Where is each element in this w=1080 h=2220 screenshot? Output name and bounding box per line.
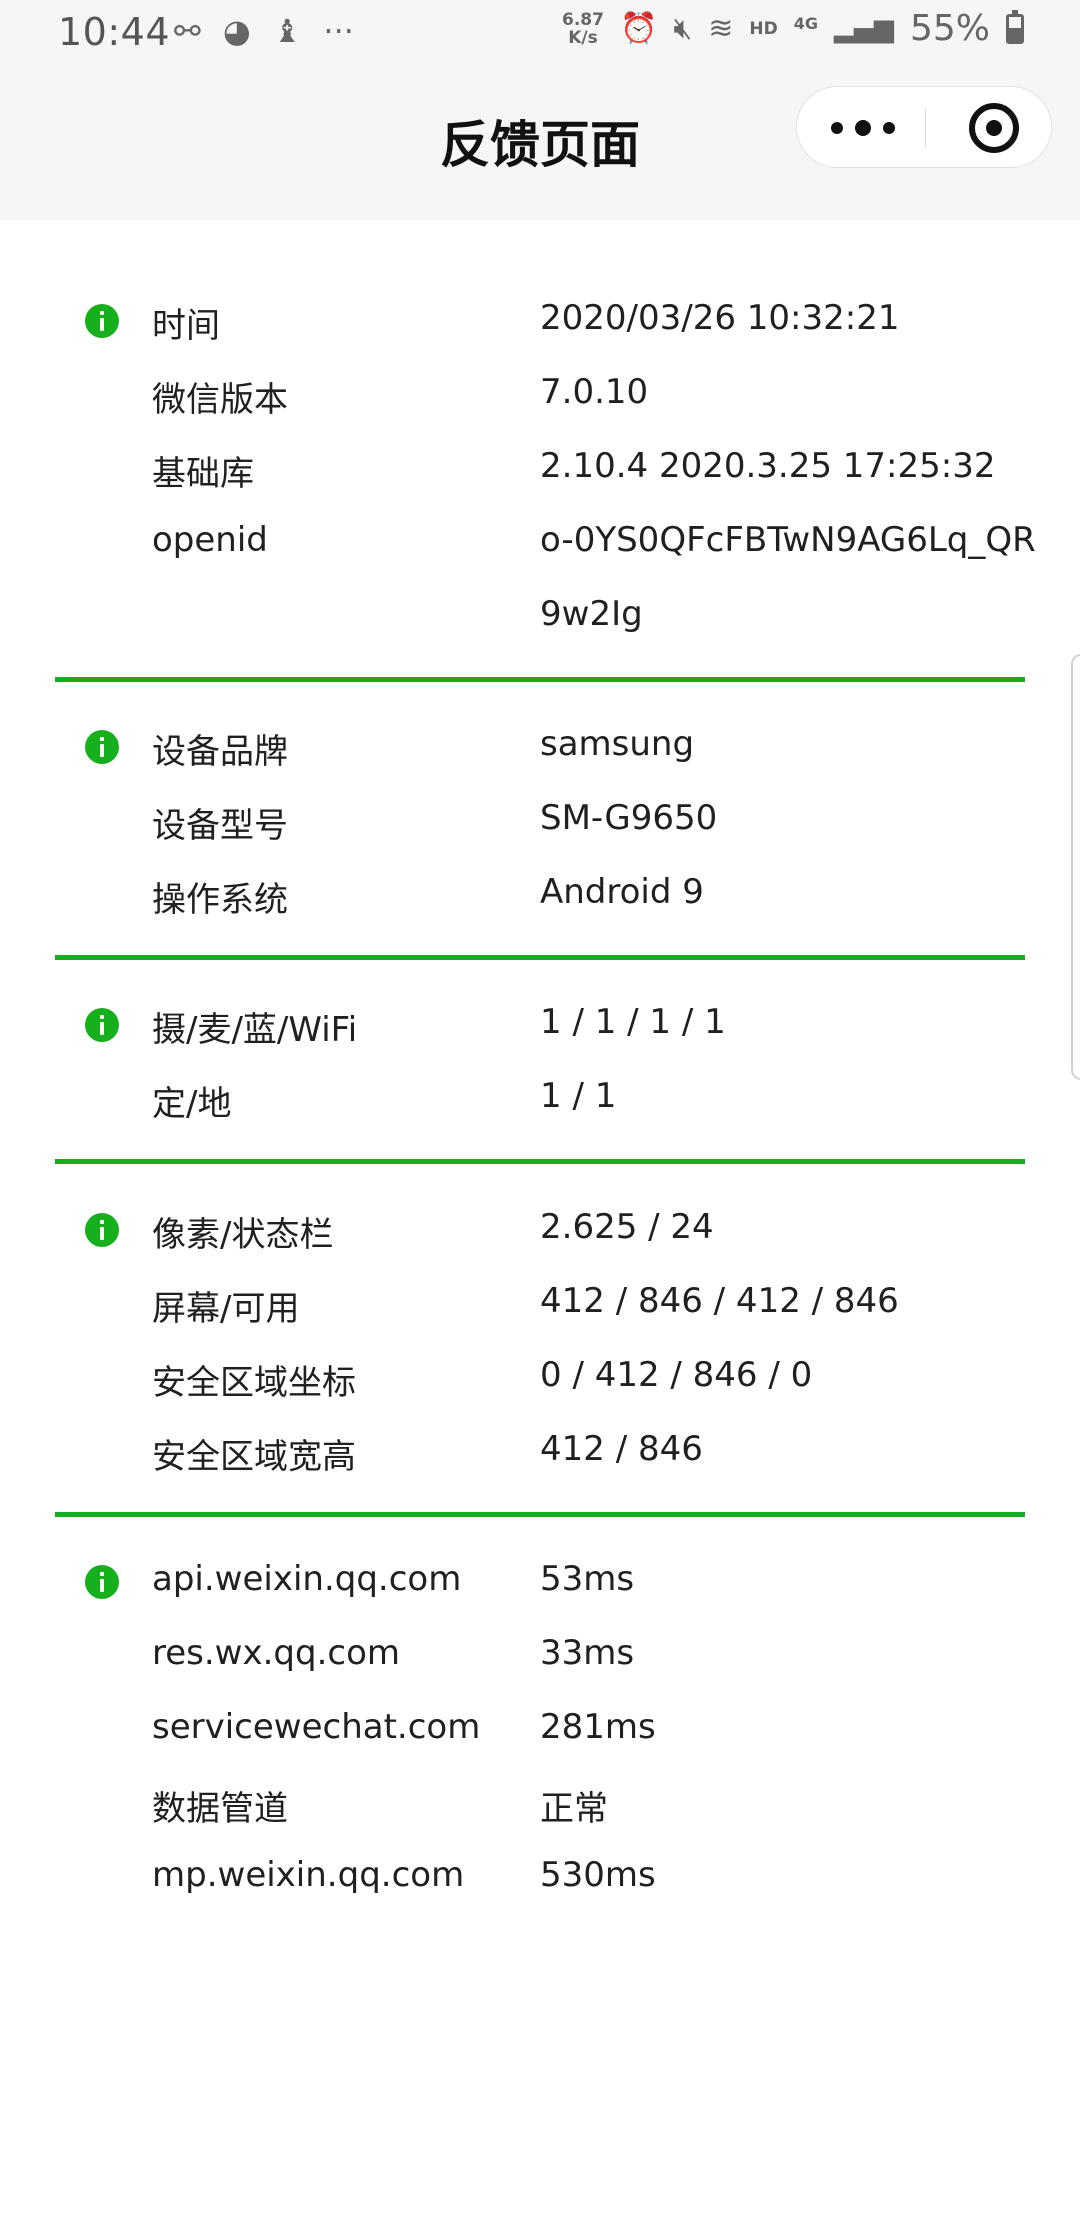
info-row: 设备品牌 samsung [55, 710, 1025, 784]
row-label: 设备型号 [152, 806, 288, 846]
info-row: mp.weixin.qq.com 530ms [55, 1841, 1025, 1915]
status-bar: 10:44 ⚯ ◕ ♝ ··· 6.87 K/s ⏰ 🔇︎ ≋ HD 4G ▂▄… [0, 0, 1080, 66]
info-row: servicewechat.com 281ms [55, 1693, 1025, 1767]
info-row: 安全区域宽高 412 / 846 [55, 1415, 1025, 1489]
row-value: 530ms [540, 1855, 656, 1895]
row-value: Android 9 [540, 872, 704, 912]
feedback-content: 时间 2020/03/26 10:32:21 微信版本 7.0.10 基础库 2… [0, 220, 1080, 2088]
row-label: servicewechat.com [152, 1707, 481, 1747]
battery-percent: 55% [909, 8, 990, 49]
row-label: 像素/状态栏 [152, 1215, 334, 1255]
row-label: 安全区域宽高 [152, 1437, 356, 1477]
info-row: 微信版本 7.0.10 [55, 358, 1025, 432]
info-row: 摄/麦/蓝/WiFi 1 / 1 / 1 / 1 [55, 988, 1025, 1062]
bottom-area [0, 2088, 1080, 2220]
row-value: samsung [540, 724, 695, 764]
capsule-menu [796, 86, 1052, 168]
row-label: 定/地 [152, 1084, 232, 1124]
section-divider [55, 1512, 1025, 1517]
row-value: 2.10.4 2020.3.25 17:25:32 [540, 446, 996, 486]
info-row: res.wx.qq.com 33ms [55, 1619, 1025, 1693]
row-label: 时间 [152, 306, 220, 346]
row-value: 1 / 1 [540, 1076, 617, 1116]
info-row: 像素/状态栏 2.625 / 24 [55, 1193, 1025, 1267]
close-miniprogram-icon[interactable] [969, 103, 1019, 153]
battery-icon [1006, 10, 1024, 44]
info-row: 屏幕/可用 412 / 846 / 412 / 846 [55, 1267, 1025, 1341]
row-value: 正常 [540, 1789, 608, 1829]
row-value: 33ms [540, 1633, 635, 1673]
row-label: 微信版本 [152, 380, 288, 420]
row-value: 2020/03/26 10:32:21 [540, 298, 900, 338]
info-row: 时间 2020/03/26 10:32:21 [55, 284, 1025, 358]
info-row: 安全区域坐标 0 / 412 / 846 / 0 [55, 1341, 1025, 1415]
row-label: 摄/麦/蓝/WiFi [152, 1010, 358, 1050]
network-type: 4G [793, 13, 818, 33]
row-label: 数据管道 [152, 1789, 288, 1829]
row-label: openid [152, 520, 268, 560]
row-label: 操作系统 [152, 880, 288, 920]
info-row: 基础库 2.10.4 2020.3.25 17:25:32 [55, 432, 1025, 506]
info-row: 定/地 1 / 1 [55, 1062, 1025, 1136]
info-row: 9w2Ig [55, 580, 1025, 654]
info-row: 设备型号 SM-G9650 [55, 784, 1025, 858]
row-value: 1 / 1 / 1 / 1 [540, 1002, 726, 1042]
more-options-icon[interactable] [831, 111, 895, 145]
hd-indicator: HD [749, 19, 778, 39]
net-speed: 6.87 K/s [562, 11, 604, 47]
row-value: 2.625 / 24 [540, 1207, 714, 1247]
status-time: 10:44 [58, 10, 171, 54]
row-label: 安全区域坐标 [152, 1363, 356, 1403]
status-left-icons: ⚯ ◕ ♝ ··· [174, 8, 354, 54]
top-area: 10:44 ⚯ ◕ ♝ ··· 6.87 K/s ⏰ 🔇︎ ≋ HD 4G ▂▄… [0, 0, 1080, 220]
more-dots-icon: ··· [323, 12, 354, 50]
info-row: api.weixin.qq.com 53ms [55, 1545, 1025, 1619]
moneybag-icon: ♝ [272, 12, 302, 50]
info-row: 数据管道 正常 [55, 1767, 1025, 1841]
capsule-divider [925, 109, 926, 147]
link-icon: ⚯ [174, 12, 201, 50]
section-divider [55, 955, 1025, 960]
section-divider [55, 677, 1025, 682]
row-value: 7.0.10 [540, 372, 649, 412]
wifi-icon: ≋ [708, 11, 734, 46]
row-value: SM-G9650 [540, 798, 718, 838]
row-label: 设备品牌 [152, 732, 288, 772]
row-value: 53ms [540, 1559, 635, 1599]
row-label: api.weixin.qq.com [152, 1559, 462, 1599]
net-speed-unit: K/s [568, 28, 598, 48]
mute-icon: 🔇︎ [673, 11, 693, 46]
scroll-indicator[interactable] [1071, 654, 1080, 1080]
row-value: 412 / 846 [540, 1429, 703, 1469]
row-value: 0 / 412 / 846 / 0 [540, 1355, 813, 1395]
row-label: res.wx.qq.com [152, 1633, 400, 1673]
signal-icon: ▂▄▆ [833, 14, 894, 44]
row-label: 基础库 [152, 454, 254, 494]
info-row: openid o-0YS0QFcFBTwN9AG6Lq_QR [55, 506, 1036, 580]
section-divider [55, 1159, 1025, 1164]
alarm-icon: ⏰ [619, 11, 658, 46]
net-speed-value: 6.87 [562, 10, 604, 30]
row-value: 9w2Ig [540, 594, 643, 634]
row-label: mp.weixin.qq.com [152, 1855, 465, 1895]
wechat-icon: ◕ [222, 12, 251, 50]
row-value: o-0YS0QFcFBTwN9AG6Lq_QR [540, 520, 1036, 560]
row-value: 281ms [540, 1707, 656, 1747]
row-label: 屏幕/可用 [152, 1289, 300, 1329]
status-right-icons: 6.87 K/s ⏰ 🔇︎ ≋ HD 4G ▂▄▆ 55% [562, 6, 1024, 52]
info-row: 操作系统 Android 9 [55, 858, 1025, 932]
row-value: 412 / 846 / 412 / 846 [540, 1281, 899, 1321]
